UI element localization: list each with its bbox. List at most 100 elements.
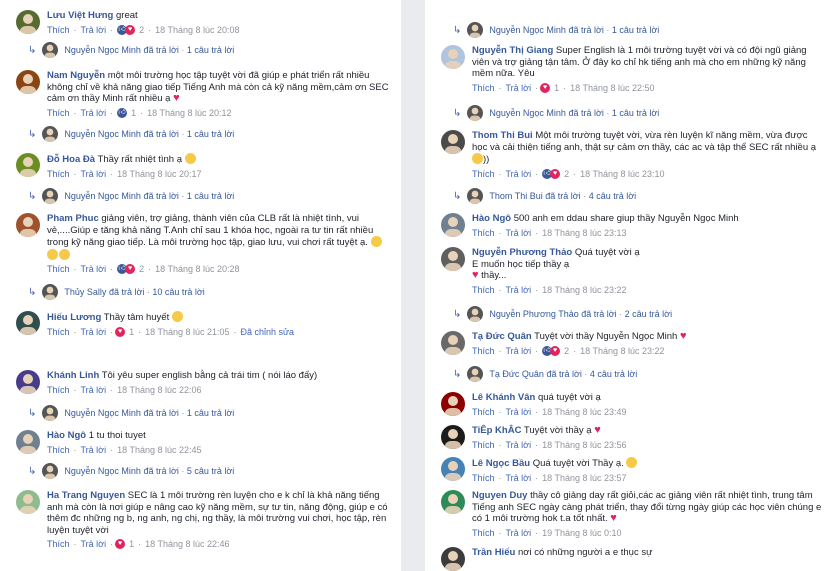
replies-summary[interactable]: Tạ Đức Quân đã trả lời · 4 câu trả lời xyxy=(489,369,637,379)
like-link[interactable]: Thích xyxy=(472,528,495,538)
reply-link[interactable]: Trả lời xyxy=(81,539,107,549)
comment-timestamp[interactable]: 18 Tháng 8 lúc 20:17 xyxy=(117,169,201,179)
replier-avatar[interactable] xyxy=(42,188,59,204)
reply-count[interactable]: 2 câu trả lời xyxy=(625,309,672,319)
reply-link[interactable]: Trả lời xyxy=(81,264,107,274)
reaction-summary[interactable]: 👍︎ ♥ xyxy=(542,345,561,356)
replies-row[interactable]: ↳ Nguyễn Ngọc Minh đã trả lời · 1 câu trả… xyxy=(453,22,659,38)
reply-count[interactable]: 1 câu trả lời xyxy=(612,25,659,35)
reaction-summary[interactable]: 👍︎ ♥ xyxy=(117,264,136,274)
comment-timestamp[interactable]: 18 Tháng 8 lúc 23:57 xyxy=(542,473,626,483)
reply-link[interactable]: Trả lời xyxy=(81,327,107,337)
replier-avatar[interactable] xyxy=(42,463,59,479)
commenter-avatar[interactable] xyxy=(16,311,40,335)
comment-timestamp[interactable]: 18 Tháng 8 lúc 22:45 xyxy=(117,445,201,455)
replier-avatar[interactable] xyxy=(467,306,484,322)
like-link[interactable]: Thích xyxy=(47,25,70,35)
commenter-avatar[interactable] xyxy=(441,457,465,481)
commenter-avatar[interactable] xyxy=(16,153,40,177)
reply-link[interactable]: Trả lời xyxy=(81,445,107,455)
comment-timestamp[interactable]: 18 Tháng 8 lúc 22:46 xyxy=(145,539,229,549)
comment-timestamp[interactable]: 18 Tháng 8 lúc 23:13 xyxy=(542,228,626,238)
replier-name[interactable]: Thủy Sally xyxy=(64,287,106,297)
replies-summary[interactable]: Nguyễn Ngọc Minh đã trả lời · 1 câu trả … xyxy=(64,45,234,55)
replies-summary[interactable]: Nguyễn Ngọc Minh đã trả lời · 1 câu trả … xyxy=(64,191,234,201)
replies-row[interactable]: ↳ Nguyễn Ngọc Minh đã trả lời · 1 câu trả… xyxy=(453,105,659,121)
like-link[interactable]: Thích xyxy=(47,169,70,179)
replies-row[interactable]: ↳ Thom Thi Bui đã trả lời · 4 câu trả lời xyxy=(453,188,636,204)
reply-count[interactable]: 1 câu trả lời xyxy=(612,108,659,118)
reaction-summary[interactable]: ♥ xyxy=(115,326,126,337)
replies-row[interactable]: ↳ Nguyễn Ngọc Minh đã trả lời · 1 câu trả… xyxy=(28,42,234,58)
replies-row[interactable]: ↳ Nguyễn Ngọc Minh đã trả lời · 1 câu trả… xyxy=(28,188,234,204)
reply-link[interactable]: Trả lời xyxy=(506,528,532,538)
like-link[interactable]: Thích xyxy=(47,108,70,118)
replies-row[interactable]: ↳ Nguyễn Ngọc Minh đã trả lời · 1 câu trả… xyxy=(28,126,234,142)
like-link[interactable]: Thích xyxy=(472,83,495,93)
replies-summary[interactable]: Nguyễn Ngọc Minh đã trả lời · 1 câu trả … xyxy=(489,25,659,35)
reaction-summary[interactable]: 👍︎ xyxy=(117,107,128,118)
commenter-avatar[interactable] xyxy=(441,45,465,69)
comment-timestamp[interactable]: 18 Tháng 8 lúc 23:22 xyxy=(542,285,626,295)
replier-name[interactable]: Nguyễn Ngọc Minh xyxy=(489,25,566,35)
edited-label[interactable]: Đã chỉnh sửa xyxy=(241,327,295,337)
reaction-summary[interactable]: ♥ xyxy=(540,82,551,93)
reply-count[interactable]: 4 câu trả lời xyxy=(589,191,636,201)
reaction-summary[interactable]: 👍︎ ♥ xyxy=(542,168,561,179)
reply-count[interactable]: 1 câu trả lời xyxy=(187,408,234,418)
like-link[interactable]: Thích xyxy=(47,264,70,274)
commenter-avatar[interactable] xyxy=(16,430,40,454)
comment-timestamp[interactable]: 18 Tháng 8 lúc 20:28 xyxy=(155,264,239,274)
reply-link[interactable]: Trả lời xyxy=(81,169,107,179)
replier-avatar[interactable] xyxy=(42,405,59,421)
reply-count[interactable]: 5 câu trả lời xyxy=(187,466,234,476)
commenter-name[interactable]: Hào Ngô xyxy=(472,213,511,224)
like-link[interactable]: Thích xyxy=(47,327,70,337)
reply-link[interactable]: Trả lời xyxy=(506,346,532,356)
commenter-name[interactable]: Lưu Việt Hưng xyxy=(47,10,113,21)
replier-avatar[interactable] xyxy=(467,105,484,121)
like-link[interactable]: Thích xyxy=(47,385,70,395)
commenter-avatar[interactable] xyxy=(16,70,40,94)
reply-link[interactable]: Trả lời xyxy=(506,440,532,450)
commenter-name[interactable]: Khánh Linh xyxy=(47,370,99,381)
commenter-avatar[interactable] xyxy=(16,490,40,514)
reply-link[interactable]: Trả lời xyxy=(506,169,532,179)
commenter-avatar[interactable] xyxy=(441,392,465,416)
commenter-avatar[interactable] xyxy=(16,10,40,34)
replies-row[interactable]: ↳ Thủy Sally đã trả lời · 10 câu trả lời xyxy=(28,284,205,300)
like-link[interactable]: Thích xyxy=(47,539,70,549)
commenter-avatar[interactable] xyxy=(441,490,465,514)
comment-timestamp[interactable]: 18 Tháng 8 lúc 20:08 xyxy=(155,25,239,35)
comment-timestamp[interactable]: 18 Tháng 8 lúc 22:50 xyxy=(570,83,654,93)
commenter-name[interactable]: Tạ Đức Quân xyxy=(472,331,532,342)
replier-name[interactable]: Nguyễn Phương Thảo xyxy=(489,309,578,319)
replier-name[interactable]: Nguyễn Ngọc Minh xyxy=(64,191,141,201)
like-link[interactable]: Thích xyxy=(472,228,495,238)
replies-row[interactable]: ↳ Nguyễn Ngọc Minh đã trả lời · 1 câu trả… xyxy=(28,405,234,421)
commenter-avatar[interactable] xyxy=(441,547,465,571)
reply-link[interactable]: Trả lời xyxy=(81,108,107,118)
reaction-summary[interactable]: 👍︎ ♥ xyxy=(117,24,136,35)
replies-row[interactable]: ↳ Nguyễn Ngọc Minh đã trả lời · 5 câu trả… xyxy=(28,463,234,479)
commenter-name[interactable]: Ha Trang Nguyen xyxy=(47,490,125,501)
like-link[interactable]: Thích xyxy=(47,445,70,455)
replier-name[interactable]: Tạ Đức Quân xyxy=(489,369,544,379)
commenter-avatar[interactable] xyxy=(441,247,465,271)
commenter-name[interactable]: Nguyễn Thị Giang xyxy=(472,45,553,56)
reply-link[interactable]: Trả lời xyxy=(506,83,532,93)
replier-name[interactable]: Thom Thi Bui xyxy=(489,191,542,201)
replier-avatar[interactable] xyxy=(42,126,59,142)
replier-avatar[interactable] xyxy=(42,42,59,58)
commenter-name[interactable]: Nam Nguyễn xyxy=(47,70,105,81)
commenter-avatar[interactable] xyxy=(441,213,465,237)
replies-summary[interactable]: Thom Thi Bui đã trả lời · 4 câu trả lời xyxy=(489,191,636,201)
replies-summary[interactable]: Nguyễn Ngọc Minh đã trả lời · 1 câu trả … xyxy=(64,129,234,139)
replier-avatar[interactable] xyxy=(467,22,484,38)
commenter-avatar[interactable] xyxy=(441,425,465,449)
commenter-avatar[interactable] xyxy=(16,213,40,237)
replier-avatar[interactable] xyxy=(42,284,59,300)
reply-link[interactable]: Trả lời xyxy=(506,228,532,238)
reply-count[interactable]: 10 câu trả lời xyxy=(152,287,204,297)
replies-summary[interactable]: Nguyễn Phương Thảo đã trả lời · 2 câu tr… xyxy=(489,309,672,319)
